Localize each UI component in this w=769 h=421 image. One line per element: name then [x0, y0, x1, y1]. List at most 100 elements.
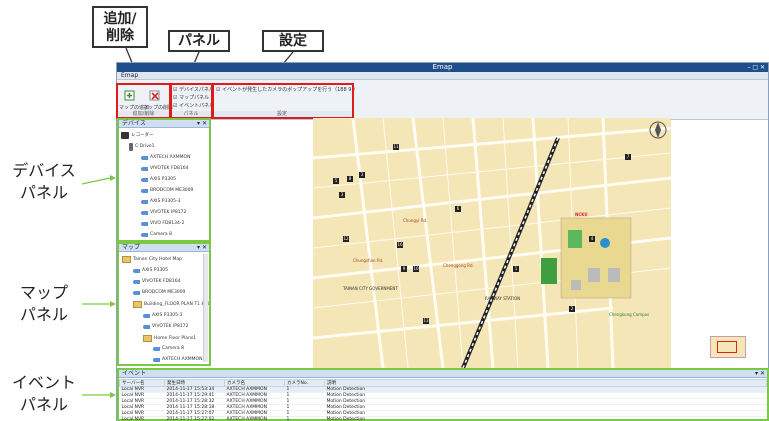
event-table-wrap: サーバー名 発生日時 カメラ名 カメラNo. 説明 Local NVR 2014-… [119, 379, 767, 421]
highlight-add-delete [116, 83, 171, 119]
label-device-panel: デバイス パネル [12, 161, 76, 202]
camera-icon [133, 291, 140, 295]
label-map-panel: マップ パネル [19, 283, 68, 324]
map-label-chungshan: Chungshan Rd. [353, 258, 384, 263]
camera-icon [141, 233, 148, 237]
map-marker-13[interactable]: 6 [455, 206, 461, 212]
map-item-4[interactable]: BRODCOM ME3009 [133, 290, 185, 296]
map-item-8[interactable]: Home Floor Plans1 [143, 335, 196, 342]
tree-camera-8[interactable]: Camera 8 [141, 232, 172, 238]
event-row[interactable]: Local NVR 2014-11-17 15:27:02 AXTECH AXMMO… [119, 416, 767, 421]
tree-camera-3[interactable]: AXIS P3305 [141, 177, 176, 183]
col-datetime[interactable]: 発生日時 [164, 379, 225, 387]
tree-camera-3-label: AXIS P3305 [150, 177, 176, 182]
label-event-panel: イベント パネル [11, 373, 76, 414]
tree-camera-4[interactable]: BRODCOM ME3009 [141, 188, 193, 194]
callout-add-delete: 追加/ 削除 [92, 6, 148, 48]
map-panel-title: マップ [122, 244, 141, 251]
event-cell: 2014-11-17 15:27:02 [164, 416, 225, 421]
map-marker-14[interactable]: 13 [423, 318, 429, 324]
map-marker-8[interactable]: 1 [513, 266, 519, 272]
map-marker-9[interactable]: 2 [569, 306, 575, 312]
map-marker-15[interactable]: 11 [393, 144, 399, 150]
tree-camera-6-label: VIVOTEK IP8172 [150, 210, 187, 215]
camera-icon [141, 211, 148, 215]
event-table-body: Local NVR 2014-11-17 15:53:34 AXTECH AXMMO… [119, 386, 767, 421]
map-item-9[interactable]: Camera 8 [153, 346, 184, 352]
map-marker-11[interactable]: 3 [359, 172, 365, 178]
camera-icon [141, 222, 148, 226]
map-marker-6[interactable]: 10 [413, 266, 419, 272]
event-table: サーバー名 発生日時 カメラ名 カメラNo. 説明 Local NVR 2014-… [119, 379, 767, 421]
map-folder-icon [143, 335, 152, 342]
map-item-5[interactable]: Building_FLOOR PLAN T1 & 4 [133, 301, 209, 308]
camera-icon [153, 347, 160, 351]
map-item-1-label: Tainan City Hotel Map [133, 256, 183, 262]
map-item-8-label: Home Floor Plans1 [154, 335, 197, 341]
highlight-settings [212, 83, 354, 119]
map-view[interactable]: 5 8 3 16 9 10 4 1 2 7 3 12 6 13 11 TAINA… [313, 118, 671, 368]
map-item-7[interactable]: VIVOTEK IP8172 [143, 324, 188, 330]
event-panel-pin-icon[interactable]: ▾ ✕ [755, 370, 767, 378]
map-marker-12[interactable]: 12 [343, 236, 349, 242]
map-item-4-label: BRODCOM ME3009 [142, 290, 186, 295]
overview-viewport [717, 341, 737, 353]
map-panel: マップ ▾ ✕ Tainan City Hotel Map AXIS P3305… [117, 242, 211, 366]
map-item-10-label: AXTECH AXMMON [162, 357, 203, 362]
map-marker-4[interactable]: 16 [397, 242, 403, 248]
map-panel-pin-icon[interactable]: ▾ ✕ [197, 244, 209, 252]
map-item-2[interactable]: AXIS P3305 [133, 268, 168, 274]
map-panel-scrollbar[interactable] [203, 254, 208, 362]
window-title: Emap [432, 63, 453, 71]
tree-camera-1-label: AXTECH AXMMON [150, 155, 191, 160]
map-item-1[interactable]: Tainan City Hotel Map [122, 256, 182, 263]
camera-icon [143, 314, 150, 318]
tree-camera-5[interactable]: AXIS P3305-3 [141, 199, 180, 205]
map-marker-7[interactable]: 4 [589, 236, 595, 242]
menu-emap[interactable]: Emap [121, 72, 138, 79]
map-item-3-label: VIVOTEK FD8164 [142, 279, 181, 284]
event-cell: 1 [284, 416, 325, 421]
device-panel-header: デバイス ▾ ✕ [119, 120, 209, 128]
tree-camera-7-label: VIVO FD8134-2 [150, 221, 185, 226]
map-overview-thumbnail[interactable] [710, 336, 746, 358]
camera-icon [141, 200, 148, 204]
tree-camera-5-label: AXIS P3305-3 [150, 199, 181, 204]
map-folder-icon [122, 256, 131, 263]
map-marker-10[interactable]: 7 [625, 154, 631, 160]
event-cell: AXTECH AXMMON [224, 416, 285, 421]
event-panel-title: イベント [122, 370, 147, 377]
device-panel-pin-icon[interactable]: ▾ ✕ [197, 120, 209, 128]
event-panel-header: イベント ▾ ✕ [119, 370, 767, 378]
tree-camera-8-label: Camera 8 [150, 232, 172, 237]
camera-icon [133, 269, 140, 273]
map-marker-5[interactable]: 9 [401, 266, 407, 272]
map-folder-icon [133, 301, 142, 308]
recorder-icon [121, 132, 129, 139]
map-label-campus: Chengkung Campus [609, 312, 650, 317]
map-item-3[interactable]: VIVOTEK FD8164 [133, 279, 180, 285]
tree-camera-2[interactable]: VIVOTEK FD8164 [141, 166, 188, 172]
map-marker-1[interactable]: 5 [333, 178, 339, 184]
tree-camera-6[interactable]: VIVOTEK IP8172 [141, 210, 186, 216]
title-bar: Emap [117, 63, 768, 72]
col-server[interactable]: サーバー名 [119, 379, 165, 387]
map-item-10[interactable]: AXTECH AXMMON [153, 357, 202, 363]
map-item-6[interactable]: AXIS P3305-3 [143, 313, 182, 319]
col-description[interactable]: 説明 [324, 379, 767, 387]
map-item-7-label: VIVOTEK IP8172 [152, 324, 189, 329]
camera-icon [141, 156, 148, 160]
tree-camera-7[interactable]: VIVO FD8134-2 [141, 221, 184, 227]
col-camera[interactable]: カメラ名 [224, 379, 285, 387]
map-item-2-label: AXIS P3305 [142, 268, 168, 273]
tree-server[interactable]: C:Drive1 [129, 143, 155, 151]
tree-recorder[interactable]: レコーダー [121, 132, 154, 139]
window-controls[interactable]: – □ ✕ [747, 63, 765, 72]
device-panel-title: デバイス [122, 120, 146, 127]
map-marker-3[interactable]: 3 [339, 192, 345, 198]
map-marker-2[interactable]: 8 [347, 176, 353, 182]
map-streets [313, 118, 671, 368]
col-camera-no[interactable]: カメラNo. [284, 379, 325, 387]
tree-camera-1[interactable]: AXTECH AXMMON [141, 155, 190, 161]
map-panel-header: マップ ▾ ✕ [119, 244, 209, 252]
